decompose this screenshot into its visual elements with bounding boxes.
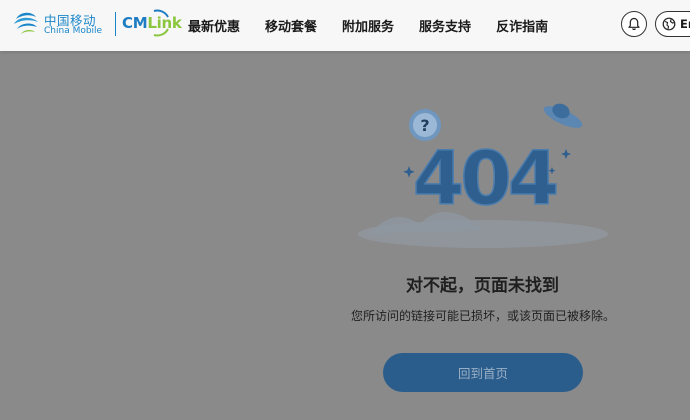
globe-icon bbox=[662, 17, 676, 31]
sparkle-icon bbox=[561, 149, 571, 159]
nav-item-latest-offers[interactable]: 最新优惠 bbox=[188, 16, 240, 35]
not-found-illustration: ? 404 bbox=[358, 103, 608, 248]
nav-item-add-on-services[interactable]: 附加服务 bbox=[342, 16, 394, 35]
error-title-text: 对不起，页面未找到 bbox=[406, 276, 559, 296]
china-mobile-logo[interactable]: 中国移动 China Mobile CMLink bbox=[12, 9, 182, 37]
language-switcher[interactable]: En bbox=[655, 11, 690, 37]
error-description: 您所访问的链接可能已损坏，或该页面已被移除。 bbox=[350, 309, 615, 323]
site-header: 中国移动 China Mobile CMLink 最新优惠 移动套餐 附加服务 … bbox=[0, 0, 690, 51]
china-mobile-logo-icon bbox=[14, 12, 38, 34]
back-to-home-button[interactable]: 回到首页 bbox=[383, 353, 583, 392]
nav-item-support[interactable]: 服务支持 bbox=[419, 16, 471, 35]
logo-en-text: China Mobile bbox=[44, 26, 103, 36]
bell-icon bbox=[628, 17, 640, 31]
nav-item-mobile-plans[interactable]: 移动套餐 bbox=[265, 16, 317, 35]
error-title: 对不起，页面未找到 bbox=[0, 271, 690, 296]
main-nav: 最新优惠 移动套餐 附加服务 服务支持 反诈指南 bbox=[188, 0, 573, 51]
nav-item-anti-fraud[interactable]: 反诈指南 bbox=[496, 16, 548, 35]
cmlink-arc-icon bbox=[153, 9, 169, 37]
error-code: 404 bbox=[413, 136, 557, 222]
cmlink-cm: CM bbox=[122, 14, 148, 32]
notifications-button[interactable] bbox=[621, 11, 647, 37]
question-mark-icon: ? bbox=[420, 116, 429, 135]
language-label: En bbox=[680, 17, 690, 31]
logo-divider bbox=[115, 12, 116, 36]
